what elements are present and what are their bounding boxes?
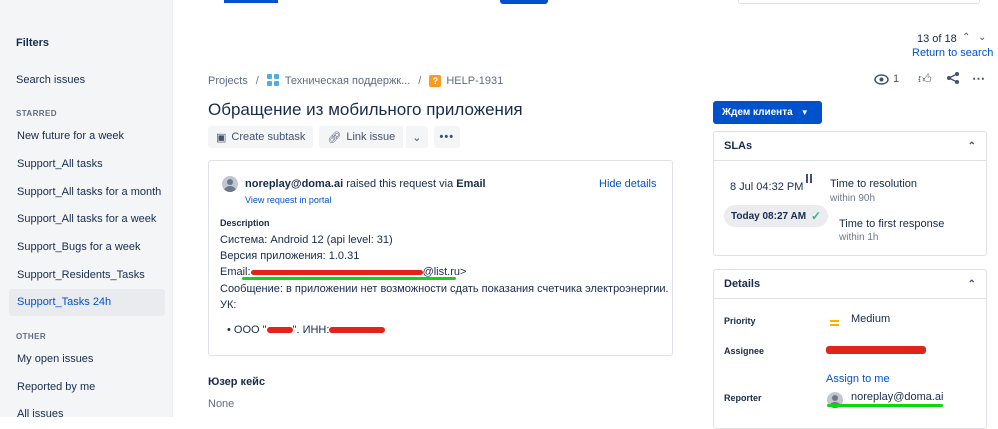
reporter-email: noreplay@doma.ai	[245, 178, 344, 190]
status-label: Ждем клиента	[722, 107, 793, 118]
checkmark-icon: ✓	[811, 209, 822, 223]
more-actions-button[interactable]: •••	[433, 126, 461, 148]
channel-name: Email	[456, 178, 486, 190]
eye-icon	[874, 73, 889, 85]
priority-label: Priority	[724, 316, 756, 326]
link-issue-button[interactable]: 🔗︎ Link issue	[319, 126, 404, 148]
sla-time: 8 Jul 04:32 PM	[730, 181, 804, 193]
create-subtask-button[interactable]: ▣ Create subtask	[208, 126, 314, 148]
chevron-up-icon[interactable]: ⌃	[962, 32, 970, 43]
request-details-panel: noreplay@doma.ai raised this request via…	[208, 160, 673, 356]
create-subtask-label: Create subtask	[231, 131, 306, 143]
chevron-down-icon: ⌄	[412, 131, 422, 144]
starred-heading: STARRED	[16, 109, 57, 118]
more-vertical-icon[interactable]: ⋯	[972, 71, 985, 87]
sidebar-item-support-all-tasks[interactable]: Support_All tasks	[9, 151, 165, 178]
return-to-search-link[interactable]: Return to search	[912, 47, 993, 59]
sla-met-badge: Today 08:27 AM ✓	[724, 205, 829, 227]
sla-time: Today 08:27 AM	[731, 210, 807, 222]
details-title: Details	[724, 278, 761, 290]
hide-details-link[interactable]: Hide details	[599, 178, 656, 190]
pause-icon	[806, 174, 813, 183]
breadcrumb-separator: /	[418, 74, 422, 87]
sidebar-item-reported-by-me[interactable]: Reported by me	[9, 374, 165, 401]
user-case-value[interactable]: None	[208, 398, 234, 410]
raised-middle-text: raised this request via	[346, 178, 454, 190]
redaction-mark	[266, 327, 293, 334]
assign-to-me-link[interactable]: Assign to me	[826, 373, 890, 385]
highlight-underline	[827, 404, 943, 407]
issue-type-icon: ?	[429, 74, 442, 87]
sla-panel-header[interactable]: SLAs ⌃	[714, 132, 986, 161]
search-issues-link[interactable]: Search issues	[16, 74, 85, 86]
assignee-redaction	[826, 346, 926, 354]
sidebar-item-new-future[interactable]: New future for a week	[9, 123, 165, 150]
assignee-label: Assignee	[724, 346, 765, 356]
status-transition-button[interactable]: Ждем клиента ▼	[713, 101, 822, 124]
sla-name: Time to resolution	[830, 178, 918, 190]
description-version: Версия приложения: 1.0.31	[220, 250, 360, 262]
highlight-underline	[242, 277, 456, 280]
description-system: Система: Android 12 (api level: 31)	[220, 234, 393, 246]
link-icon: 🔗︎	[327, 131, 342, 144]
other-heading: OTHER	[16, 332, 46, 341]
priority-medium-icon	[830, 320, 839, 326]
description-uk: УК:	[220, 299, 237, 311]
sidebar-item-support-residents[interactable]: Support_Residents_Tasks	[9, 262, 165, 289]
top-create-button[interactable]	[500, 0, 548, 4]
sidebar-item-support-all-month[interactable]: Support_All tasks for a month	[9, 179, 165, 206]
breadcrumb: Projects / Техническая поддержк... / ? H…	[208, 74, 503, 87]
project-icon	[266, 74, 280, 87]
sidebar-item-support-all-week[interactable]: Support_All tasks for a week	[9, 206, 165, 233]
view-in-portal-link[interactable]: View request in portal	[245, 195, 331, 205]
chevron-up-icon[interactable]: ⌃	[968, 141, 976, 152]
share-icon[interactable]	[946, 71, 960, 88]
sidebar-item-support-bugs[interactable]: Support_Bugs for a week	[9, 234, 165, 261]
user-case-heading: Юзер кейс	[208, 376, 266, 388]
details-panel-header[interactable]: Details ⌃	[714, 270, 986, 299]
raised-by-text: noreplay@doma.ai raised this request via…	[245, 178, 486, 190]
breadcrumb-separator: /	[255, 74, 259, 87]
avatar	[222, 176, 238, 192]
chevron-up-icon[interactable]: ⌃	[968, 279, 976, 290]
watchers-count: 1	[893, 73, 900, 85]
link-issue-label: Link issue	[346, 131, 396, 143]
chevron-down-icon: ▼	[800, 108, 809, 117]
sidebar-item-my-open-issues[interactable]: My open issues	[9, 346, 165, 373]
subtask-icon: ▣	[216, 131, 227, 144]
sidebar-title: Filters	[16, 37, 50, 49]
description-org: • ООО " ". ИНН:	[227, 324, 386, 336]
link-issue-dropdown[interactable]: ⌄	[405, 126, 428, 148]
reporter-value[interactable]: noreplay@doma.ai	[851, 391, 944, 403]
breadcrumb-project[interactable]: Техническая поддержк...	[285, 75, 410, 87]
priority-value[interactable]: Medium	[851, 313, 890, 325]
redaction-mark	[329, 327, 386, 334]
issue-toolbar: ▣ Create subtask 🔗︎ Link issue ⌄ •••	[208, 126, 461, 148]
description-label: Description	[220, 218, 270, 228]
sla-name: Time to first response	[839, 218, 945, 230]
sidebar-item-support-tasks-24h[interactable]: Support_Tasks 24h	[9, 289, 165, 316]
top-nav-active-indicator	[224, 0, 278, 3]
details-panel: Details ⌃ Priority Medium Assignee Assig…	[713, 269, 987, 429]
more-icon: •••	[439, 131, 455, 143]
org-prefix: • ООО "	[227, 324, 267, 336]
sla-target: within 90h	[830, 193, 876, 204]
sla-title: SLAs	[724, 140, 753, 152]
breadcrumb-projects[interactable]: Projects	[208, 75, 248, 87]
top-search-box[interactable]	[738, 0, 980, 4]
org-middle: ". ИНН:	[292, 324, 330, 336]
sidebar-item-all-issues[interactable]: All issues	[9, 401, 165, 428]
filters-sidebar: Filters Search issues STARRED New future…	[0, 0, 173, 420]
description-message: Сообщение: в приложении нет возможности …	[220, 283, 669, 295]
issue-pager-position: 13 of 18	[917, 33, 957, 45]
thumbs-up-icon[interactable]: 👍︎	[918, 71, 932, 87]
redaction-mark	[250, 269, 423, 275]
sla-target: within 1h	[839, 232, 879, 243]
reporter-label: Reporter	[724, 393, 762, 403]
breadcrumb-issue-key[interactable]: HELP-1931	[446, 75, 503, 87]
watchers-button[interactable]: 1	[874, 73, 899, 85]
sla-panel: SLAs ⌃ 8 Jul 04:32 PM Time to resolution…	[713, 131, 987, 256]
chevron-down-icon[interactable]: ⌄	[978, 32, 986, 43]
page-title: Обращение из мобильного приложения	[208, 100, 523, 119]
